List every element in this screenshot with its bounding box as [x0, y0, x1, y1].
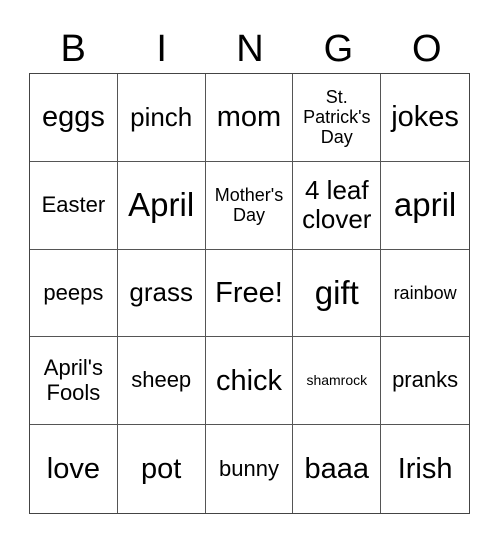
- bingo-cell[interactable]: Irish: [381, 425, 469, 513]
- bingo-cell[interactable]: bunny: [206, 425, 294, 513]
- bingo-cell[interactable]: April's Fools: [30, 337, 118, 426]
- bingo-cell[interactable]: April: [117, 161, 206, 250]
- bingo-cell[interactable]: St. Patrick's Day: [293, 74, 382, 162]
- bingo-grid: eggs pinch mom St. Patrick's Day jokes E…: [29, 73, 470, 514]
- bingo-cell[interactable]: shamrock: [293, 337, 382, 426]
- bingo-cell[interactable]: pinch: [117, 74, 206, 162]
- bingo-cell[interactable]: rainbow: [381, 250, 469, 338]
- header-letter-n: N: [236, 28, 264, 70]
- bingo-header: B I N G O: [29, 26, 471, 72]
- bingo-cell[interactable]: baaa: [293, 425, 382, 513]
- bingo-cell free-space[interactable]: Free!: [205, 249, 294, 338]
- bingo-cell[interactable]: grass: [117, 249, 206, 338]
- bingo-cell[interactable]: Easter: [30, 161, 118, 250]
- bingo-cell[interactable]: love: [30, 425, 118, 513]
- bingo-cell[interactable]: gift: [293, 249, 382, 338]
- bingo-cell[interactable]: sheep: [117, 337, 206, 426]
- header-letter-i: I: [156, 28, 167, 70]
- bingo-cell[interactable]: pranks: [381, 337, 469, 426]
- bingo-cell[interactable]: mom: [205, 74, 294, 162]
- bingo-cell[interactable]: 4 leaf clover: [293, 161, 382, 250]
- bingo-cell[interactable]: jokes: [381, 74, 469, 162]
- header-letter-g: G: [323, 28, 354, 70]
- bingo-cell[interactable]: Mother's Day: [205, 161, 294, 250]
- header-letter-b: B: [60, 28, 86, 70]
- header-letter-o: O: [412, 28, 442, 70]
- bingo-cell[interactable]: chick: [205, 337, 294, 426]
- bingo-cell[interactable]: eggs: [30, 74, 118, 162]
- bingo-cell[interactable]: pot: [118, 425, 206, 513]
- bingo-cell[interactable]: april: [381, 162, 469, 250]
- bingo-cell[interactable]: peeps: [30, 249, 118, 338]
